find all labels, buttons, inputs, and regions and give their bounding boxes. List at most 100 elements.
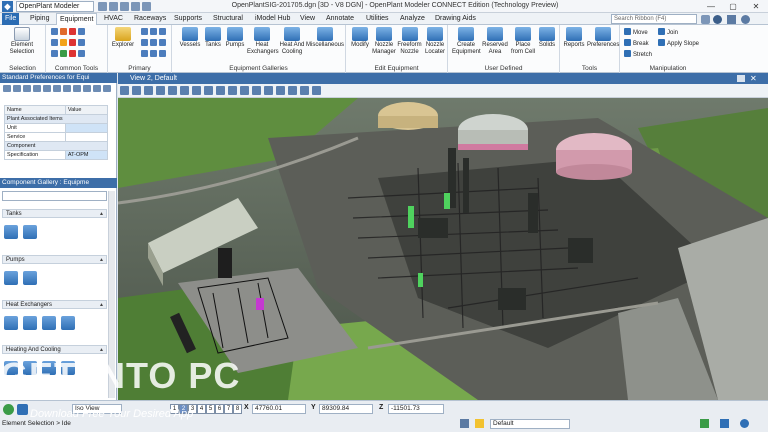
modify-button[interactable]: Modify: [348, 27, 372, 49]
user-icon[interactable]: [713, 15, 722, 24]
pumps-gallery-items[interactable]: [4, 271, 42, 291]
tab-annotate[interactable]: Annotate: [323, 13, 357, 25]
vessels-button[interactable]: Vessels: [178, 27, 202, 49]
heat-exchangers-button[interactable]: Heat Exchangers: [247, 27, 279, 56]
lock-icon[interactable]: [475, 419, 484, 428]
tab-drawing-aids[interactable]: Drawing Aids: [432, 13, 479, 25]
primary-tools-1[interactable]: [140, 28, 167, 38]
reserved-area-button[interactable]: Reserved Area: [482, 27, 508, 56]
common-tools-row-1[interactable]: [50, 28, 86, 38]
preferences-button[interactable]: Preferences: [587, 27, 619, 49]
heat-and-cooling-button[interactable]: Heat And Cooling: [278, 27, 306, 56]
tab-analyze[interactable]: Analyze: [397, 13, 428, 25]
tab-piping[interactable]: Piping: [27, 13, 52, 25]
primary-tools-3[interactable]: [140, 50, 167, 60]
view-close-icon[interactable]: ✕: [750, 74, 757, 83]
view-clip-icon[interactable]: [264, 86, 273, 95]
view-pan-icon[interactable]: [204, 86, 213, 95]
tank-dome-icon[interactable]: [23, 225, 37, 239]
gallery-section-tanks[interactable]: Tanks: [2, 209, 107, 219]
active-level-field[interactable]: Default: [490, 419, 570, 429]
row-service-value[interactable]: [64, 132, 109, 142]
view-toggle-icon[interactable]: [300, 86, 309, 95]
view-window-area-icon[interactable]: [180, 86, 189, 95]
view-camera-icon[interactable]: [252, 86, 261, 95]
view-rotate-icon[interactable]: [192, 86, 201, 95]
tab-file[interactable]: File: [2, 13, 20, 25]
maximize-button[interactable]: ▢: [722, 0, 744, 13]
move-button[interactable]: Move: [624, 28, 648, 37]
view-lighting-icon[interactable]: [288, 86, 297, 95]
open-icon[interactable]: [109, 2, 118, 11]
preferences-toolbar[interactable]: [2, 84, 115, 94]
gallery-section-heating-cooling[interactable]: Heating And Cooling: [2, 345, 107, 355]
view-previous-icon[interactable]: [228, 86, 237, 95]
help-icon[interactable]: [741, 15, 750, 24]
reports-button[interactable]: Reports: [562, 27, 586, 49]
tab-supports[interactable]: Supports: [171, 13, 205, 25]
tab-imodel-hub[interactable]: iModel Hub: [252, 13, 293, 25]
notification-icon[interactable]: [727, 15, 736, 24]
tanks-gallery-items[interactable]: [4, 225, 42, 245]
pumps-button[interactable]: Pumps: [224, 27, 246, 49]
view-render-icon[interactable]: [276, 86, 285, 95]
x-coordinate-field[interactable]: 47760.01: [252, 404, 306, 414]
accudraw-icon[interactable]: [3, 404, 14, 415]
sync-icon[interactable]: [700, 419, 709, 428]
search-ribbon-input[interactable]: Search Ribbon (F4): [611, 14, 697, 24]
view-walk-icon[interactable]: [216, 86, 225, 95]
minimize-button[interactable]: —: [700, 0, 722, 13]
tab-hvac[interactable]: HVAC: [101, 13, 126, 25]
tab-structural[interactable]: Structural: [210, 13, 246, 25]
freeform-nozzle-button[interactable]: Freeform Nozzle: [397, 27, 422, 56]
place-from-cell-button[interactable]: Place from Cell: [510, 27, 536, 56]
pump-icon[interactable]: [23, 271, 37, 285]
view-zoom-out-icon[interactable]: [156, 86, 165, 95]
view-display-icon[interactable]: [132, 86, 141, 95]
cloud-icon[interactable]: [720, 419, 729, 428]
y-coordinate-field[interactable]: 89309.84: [319, 404, 373, 414]
tanks-button[interactable]: Tanks: [202, 27, 224, 49]
solids-button[interactable]: Solids: [537, 27, 557, 49]
pump-icon[interactable]: [4, 271, 18, 285]
tab-raceways[interactable]: Raceways: [131, 13, 169, 25]
tab-utilities[interactable]: Utilities: [363, 13, 392, 25]
apply-slope-button[interactable]: Apply Slope: [658, 39, 699, 48]
save-icon[interactable]: [98, 2, 107, 11]
workspace-dropdown[interactable]: OpenPlant Modeler: [16, 1, 94, 12]
common-tools-row-3[interactable]: [50, 50, 86, 60]
locks-icon[interactable]: [17, 404, 28, 415]
close-button[interactable]: ✕: [745, 0, 767, 13]
break-button[interactable]: Break: [624, 39, 649, 48]
status-info-icon[interactable]: [740, 419, 749, 428]
view-restore-icon[interactable]: [737, 75, 745, 82]
stretch-button[interactable]: Stretch: [624, 50, 652, 59]
row-specification-value[interactable]: AT-OPM: [64, 150, 109, 160]
gallery-search-input[interactable]: [2, 191, 107, 201]
explorer-button[interactable]: Explorer: [110, 27, 136, 49]
tab-equipment[interactable]: Equipment: [56, 13, 98, 25]
view-toolbar[interactable]: [118, 84, 768, 98]
view-fit-icon[interactable]: [168, 86, 177, 95]
element-selection-button[interactable]: Element Selection: [3, 27, 41, 56]
view-zoom-in-icon[interactable]: [144, 86, 153, 95]
search-icon[interactable]: [701, 15, 710, 24]
heat-exchangers-gallery-items[interactable]: [4, 316, 80, 336]
primary-tools-2[interactable]: [140, 39, 167, 49]
create-equipment-button[interactable]: Create Equipment: [452, 27, 481, 56]
view-attributes-icon[interactable]: [120, 86, 129, 95]
nozzle-locater-button[interactable]: Nozzle Locater: [423, 27, 447, 56]
message-center-icon[interactable]: [460, 419, 469, 428]
undo-icon[interactable]: [120, 2, 129, 11]
view-next-icon[interactable]: [240, 86, 249, 95]
redo-icon[interactable]: [131, 2, 140, 11]
miscellaneous-button[interactable]: Miscellaneous: [306, 27, 344, 49]
row-unit-value[interactable]: [64, 123, 109, 133]
tank-icon[interactable]: [4, 225, 18, 239]
nozzle-manager-button[interactable]: Nozzle Manager: [372, 27, 396, 56]
gallery-section-pumps[interactable]: Pumps: [2, 255, 107, 265]
common-tools-row-2[interactable]: [50, 39, 86, 49]
view-toggle-icon[interactable]: [312, 86, 321, 95]
tab-view[interactable]: View: [297, 13, 318, 25]
print-icon[interactable]: [142, 2, 151, 11]
